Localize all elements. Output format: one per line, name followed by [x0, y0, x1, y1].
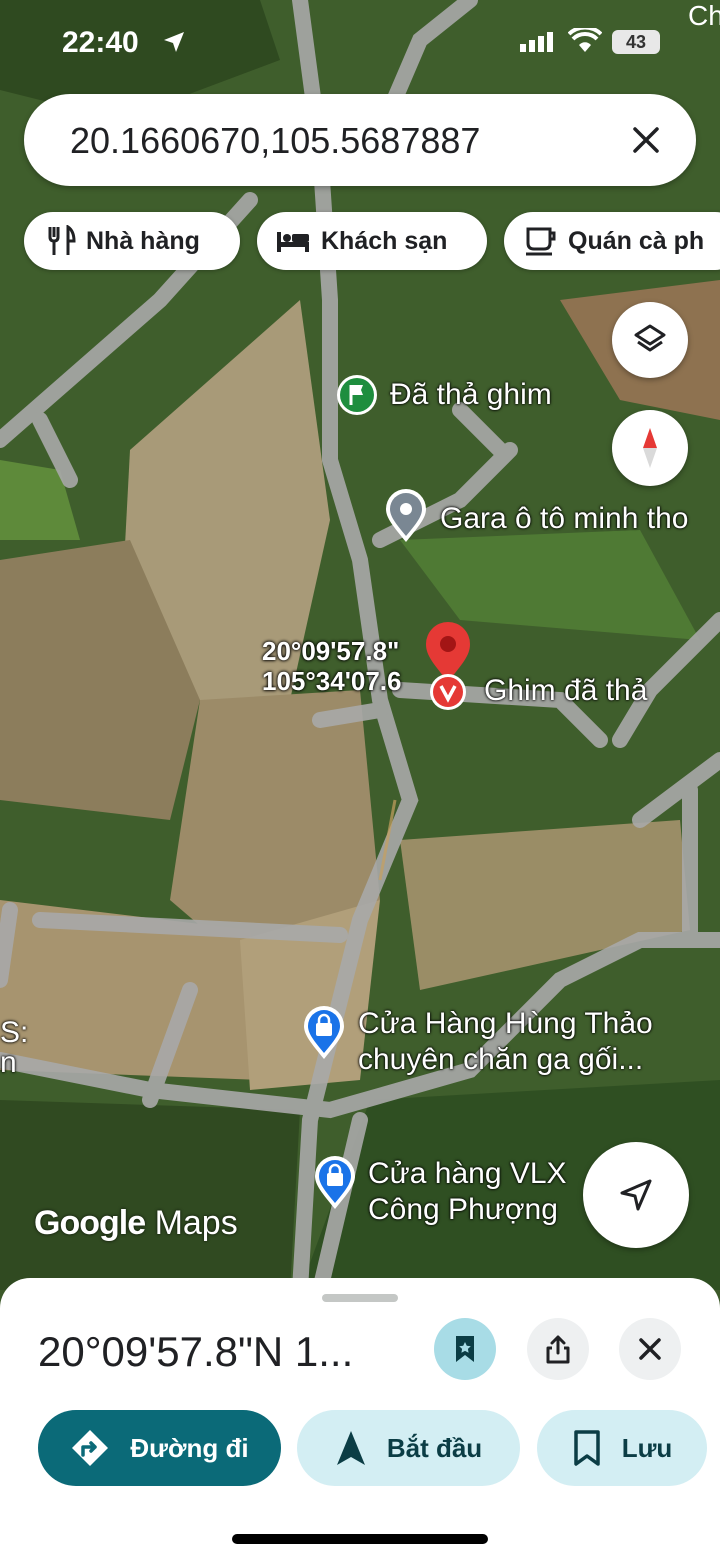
status-time: 22:40 [62, 26, 139, 59]
battery-indicator: 43 [612, 30, 660, 54]
chip-label: Khách sạn [321, 226, 448, 255]
place-sheet[interactable]: 20°09'57.8"N 1... Đường đi Bắt đầu Lưu [0, 1278, 720, 1559]
poi-label-dropped-pin[interactable]: Đã thả ghim [390, 378, 552, 412]
wifi-icon [568, 28, 602, 52]
poi-label-store-hung-thao[interactable]: Cửa Hàng Hùng Thảo chuyên chăn ga gối... [358, 1006, 653, 1078]
poi-label-line: Cửa Hàng Hùng Thảo [358, 1007, 653, 1040]
pin-coordinates: 20°09'57.8" 105°34'07.6 [262, 636, 401, 696]
directions-icon [72, 1430, 109, 1466]
chip-coffee[interactable]: Quán cà ph [504, 212, 720, 270]
compass-button[interactable] [612, 410, 688, 486]
chip-restaurants[interactable]: Nhà hàng [24, 212, 240, 270]
save-label: Lưu [621, 1432, 673, 1463]
close-sheet-button[interactable] [619, 1318, 681, 1380]
poi-label-line: Cửa hàng VLX [368, 1157, 567, 1190]
search-bar[interactable]: 20.1660670,105.5687887 [24, 94, 696, 186]
saved-button[interactable] [434, 1318, 496, 1380]
share-icon [546, 1335, 570, 1364]
edge-label: S: [0, 1016, 29, 1049]
navigation-arrow-icon [620, 1179, 652, 1211]
sheet-drag-handle[interactable] [322, 1294, 398, 1302]
poi-label-store-vlx[interactable]: Cửa hàng VLX Công Phượng [368, 1156, 567, 1228]
status-corner-text: Ch [688, 0, 720, 31]
directions-label: Đường đi [130, 1432, 249, 1463]
signal-icon [520, 32, 553, 52]
bookmark-icon [456, 1336, 474, 1362]
chip-label: Quán cà ph [568, 226, 705, 255]
pin-icon[interactable] [420, 620, 476, 712]
shopping-bag-icon[interactable] [312, 1155, 358, 1211]
layers-icon [634, 324, 666, 352]
place-title: 20°09'57.8"N 1... [38, 1328, 354, 1375]
google-maps-watermark: Google Maps [34, 1204, 238, 1243]
status-bar: 22:40 43 Ch [0, 0, 720, 84]
restaurant-icon [48, 225, 76, 255]
compass-icon [643, 428, 657, 468]
close-icon[interactable] [626, 120, 666, 160]
poi-label-pin[interactable]: Ghim đã thả [484, 674, 647, 708]
flag-icon[interactable] [335, 373, 379, 417]
navigation-icon [336, 1431, 365, 1465]
chip-label: Nhà hàng [86, 226, 200, 255]
layers-button[interactable] [612, 302, 688, 378]
edge-label: n [0, 1046, 17, 1079]
place-icon[interactable] [383, 488, 429, 544]
watermark-google: Google [34, 1204, 146, 1242]
pin-coord-lat: 20°09'57.8" [262, 636, 400, 666]
home-indicator[interactable] [232, 1534, 488, 1544]
shopping-bag-icon[interactable] [301, 1005, 347, 1061]
close-icon [639, 1338, 661, 1360]
watermark-maps: Maps [154, 1204, 238, 1242]
poi-label-line: Công Phượng [368, 1193, 558, 1226]
my-location-button[interactable] [583, 1142, 689, 1248]
share-button[interactable] [527, 1318, 589, 1380]
coffee-icon [526, 227, 556, 256]
hotel-icon [277, 232, 309, 252]
start-button[interactable]: Bắt đầu [297, 1410, 520, 1486]
start-label: Bắt đầu [386, 1432, 483, 1463]
chip-hotels[interactable]: Khách sạn [257, 212, 487, 270]
save-button[interactable]: Lưu [537, 1410, 707, 1486]
bookmark-outline-icon [573, 1430, 600, 1466]
search-input[interactable]: 20.1660670,105.5687887 [70, 120, 480, 162]
location-arrow-icon [164, 32, 184, 52]
poi-label-garage[interactable]: Gara ô tô minh tho [440, 502, 688, 536]
pin-coord-lng: 105°34'07.6 [262, 666, 402, 696]
poi-label-line: chuyên chăn ga gối... [358, 1043, 644, 1076]
directions-button[interactable]: Đường đi [38, 1410, 281, 1486]
